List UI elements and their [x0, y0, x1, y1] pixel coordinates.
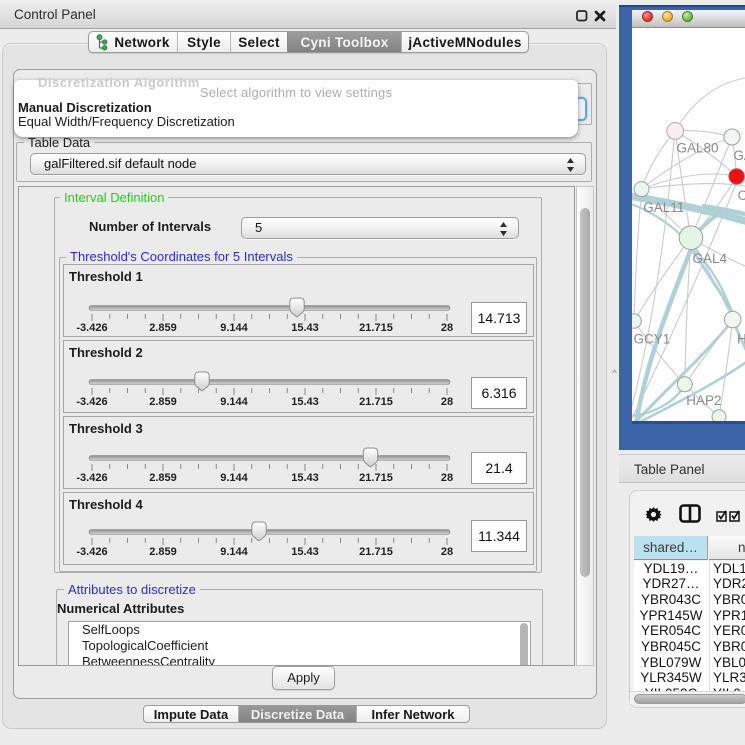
svg-text:-3.426: -3.426	[76, 472, 107, 484]
svg-text:21.715: 21.715	[359, 396, 393, 408]
svg-text:GAL4: GAL4	[693, 251, 728, 266]
svg-text:28: 28	[441, 396, 453, 408]
svg-text:-3.426: -3.426	[76, 396, 107, 408]
svg-text:-3.426: -3.426	[76, 546, 107, 558]
svg-text:21.715: 21.715	[359, 472, 393, 484]
svg-text:GAL11: GAL11	[643, 200, 684, 215]
svg-text:9.144: 9.144	[220, 472, 248, 484]
svg-text:28: 28	[441, 546, 453, 558]
svg-text:21.715: 21.715	[359, 322, 393, 334]
svg-text:15.43: 15.43	[291, 472, 319, 484]
svg-text:GA: GA	[733, 148, 745, 163]
svg-text:2.859: 2.859	[149, 546, 177, 558]
svg-text:15.43: 15.43	[291, 546, 319, 558]
svg-text:15.43: 15.43	[291, 396, 319, 408]
svg-text:28: 28	[441, 322, 453, 334]
svg-text:21.715: 21.715	[359, 546, 393, 558]
svg-text:C: C	[738, 188, 745, 203]
svg-text:-3.426: -3.426	[76, 322, 107, 334]
svg-text:9.144: 9.144	[220, 322, 248, 334]
svg-text:GAL80: GAL80	[677, 141, 719, 156]
svg-text:HI: HI	[737, 332, 745, 347]
svg-text:HAP2: HAP2	[686, 393, 721, 408]
svg-text:2.859: 2.859	[149, 472, 177, 484]
svg-text:9.144: 9.144	[220, 546, 248, 558]
svg-text:9.144: 9.144	[220, 396, 248, 408]
svg-text:2.859: 2.859	[149, 396, 177, 408]
svg-text:2.859: 2.859	[149, 322, 177, 334]
svg-text:15.43: 15.43	[291, 322, 319, 334]
svg-text:GCY1: GCY1	[634, 332, 671, 347]
svg-text:28: 28	[441, 472, 453, 484]
